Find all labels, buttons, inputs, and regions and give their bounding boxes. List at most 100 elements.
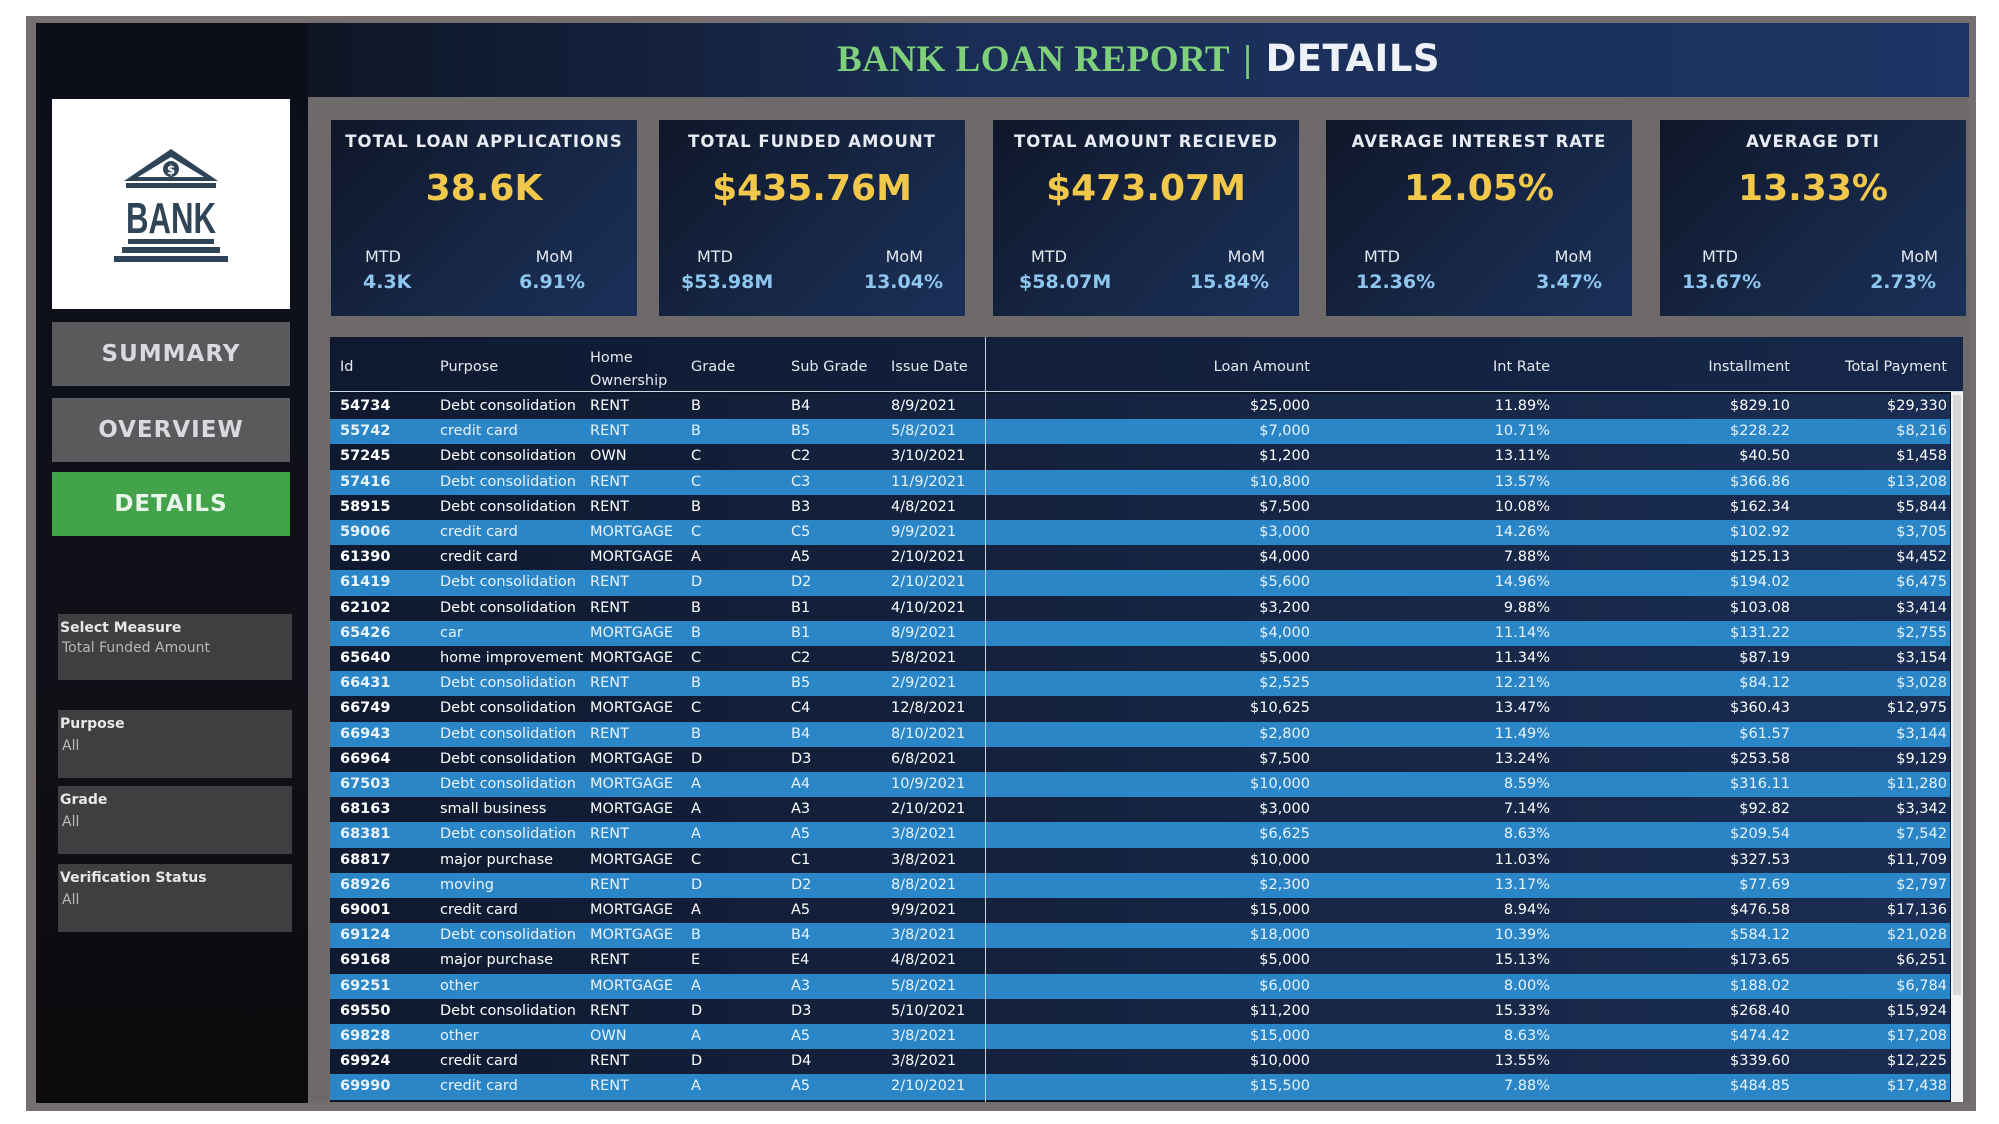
- table-cell: B: [691, 423, 701, 440]
- table-row[interactable]: 66431 Debt consolidation RENT B B5 2/9/2021 $2…: [330, 671, 1950, 697]
- filter-verification-status[interactable]: Verification Status All: [58, 864, 292, 932]
- column-header-issue-date[interactable]: Issue Date: [891, 359, 968, 375]
- table-cell: Debt consolidation: [440, 574, 576, 591]
- column-header-int-rate[interactable]: Int Rate: [1370, 359, 1550, 375]
- table-cell: B: [691, 599, 701, 616]
- table-cell: 3/8/2021: [891, 1053, 957, 1070]
- table-cell: 69124: [340, 927, 391, 944]
- table-cell: $5,844: [1896, 498, 1947, 515]
- table-row[interactable]: 65426 car MORTGAGE B B1 8/9/2021 $4,000 11.14% $…: [330, 620, 1950, 646]
- table-cell: other: [440, 977, 479, 994]
- table-row[interactable]: 68163 small business MORTGAGE A A3 2/10/2021 $…: [330, 797, 1950, 823]
- table-cell: RENT: [590, 826, 629, 843]
- table-row[interactable]: 58915 Debt consolidation RENT B B3 4/8/2021 $7…: [330, 494, 1950, 520]
- table-cell: RENT: [590, 498, 629, 515]
- table-cell: B5: [791, 423, 811, 440]
- table-cell: 65426: [340, 624, 391, 641]
- table-cell: MORTGAGE: [590, 977, 674, 994]
- table-row[interactable]: 61390 credit card MORTGAGE A A5 2/10/2021 $4,0…: [330, 545, 1950, 571]
- kpi-average-dti: AVERAGE DTI 13.33% MTD MoM 13.67% 2.73%: [1660, 120, 1966, 316]
- nav-overview-button[interactable]: OVERVIEW: [52, 398, 290, 462]
- kpi-title: AVERAGE INTEREST RATE: [1351, 132, 1607, 151]
- table-row[interactable]: 69168 major purchase RENT E E4 4/8/2021 $5,000…: [330, 948, 1950, 974]
- table-row[interactable]: 68926 moving RENT D D2 8/8/2021 $2,300 13.17% $7…: [330, 872, 1950, 898]
- table-cell: credit card: [440, 1053, 518, 1070]
- column-header-purpose[interactable]: Purpose: [440, 359, 498, 375]
- table-cell: 7.88%: [1503, 549, 1550, 566]
- table-cell: $3,144: [1896, 725, 1947, 742]
- table-row[interactable]: 69924 credit card RENT D D4 3/8/2021 $10,000 13…: [330, 1049, 1950, 1075]
- filter-select-measure[interactable]: Select Measure Total Funded Amount: [58, 614, 292, 680]
- table-cell: 11.89%: [1494, 398, 1550, 414]
- table-cell: $6,625: [1259, 826, 1310, 843]
- table-row[interactable]: 68817 major purchase MORTGAGE C C1 3/8/2021 $1…: [330, 847, 1950, 873]
- table-row[interactable]: 62102 Debt consolidation RENT B B1 4/10/2021 $…: [330, 595, 1950, 621]
- table-row[interactable]: 54734 Debt consolidation RENT B B4 8/9/2021 $2…: [330, 394, 1950, 420]
- table-cell: RENT: [590, 1053, 629, 1070]
- table-cell: $7,500: [1259, 498, 1310, 515]
- table-cell: 10.39%: [1494, 927, 1550, 944]
- table-row[interactable]: 66964 Debt consolidation MORTGAGE D D3 6/8/20…: [330, 746, 1950, 772]
- table-row[interactable]: 69828 other OWN A A5 3/8/2021 $15,000 8.63% $474…: [330, 1024, 1950, 1050]
- table-cell: $7,542: [1896, 826, 1947, 843]
- column-header-id[interactable]: Id: [340, 359, 353, 375]
- table-cell: A: [691, 1028, 701, 1044]
- table-cell: A: [691, 826, 701, 843]
- table-cell: 8/10/2021: [891, 725, 966, 742]
- table-cell: $3,342: [1896, 801, 1947, 818]
- column-header-total-payment[interactable]: Total Payment: [1750, 359, 1947, 375]
- kpi-average-interest-rate: AVERAGE INTEREST RATE 12.05% MTD MoM 12.…: [1326, 120, 1632, 316]
- table-row[interactable]: 69124 Debt consolidation MORTGAGE B B4 3/8/20…: [330, 923, 1950, 949]
- table-cell: 3/8/2021: [891, 1028, 957, 1044]
- table-cell: 9.88%: [1503, 599, 1550, 616]
- table-row[interactable]: 69990 credit card RENT A A5 2/10/2021 $15,500 7…: [330, 1074, 1950, 1100]
- table-row[interactable]: 66943 Debt consolidation RENT B B4 8/10/2021 $…: [330, 721, 1950, 747]
- table-row[interactable]: 55742 credit card RENT B B5 5/8/2021 $7,000 10.…: [330, 419, 1950, 445]
- table-row[interactable]: 68381 Debt consolidation RENT A A5 3/8/2021 $6…: [330, 822, 1950, 848]
- nav-summary-button[interactable]: SUMMARY: [52, 322, 290, 386]
- table-cell: 66749: [340, 700, 391, 717]
- table-cell: A3: [791, 977, 811, 994]
- table-cell: $1,200: [1259, 448, 1310, 465]
- logo-text: BANK: [126, 194, 216, 243]
- table-row[interactable]: 66749 Debt consolidation MORTGAGE C C4 12/8/2…: [330, 696, 1950, 722]
- table-row[interactable]: 69550 Debt consolidation RENT D D3 5/10/2021 $…: [330, 998, 1950, 1024]
- table-cell: A5: [791, 1078, 811, 1095]
- table-cell: MORTGAGE: [590, 927, 674, 944]
- table-cell: $1,458: [1896, 448, 1947, 465]
- table-row[interactable]: 61419 Debt consolidation RENT D D2 2/10/2021 $…: [330, 570, 1950, 596]
- table-cell: C: [691, 524, 702, 540]
- table-cell: 69168: [340, 952, 391, 969]
- column-header-grade[interactable]: Grade: [691, 359, 735, 375]
- table-cell: A5: [791, 826, 811, 843]
- kpi-mom-value: 2.73%: [1870, 271, 1936, 293]
- table-row[interactable]: 69251 other MORTGAGE A A3 5/8/2021 $6,000 8.00%…: [330, 973, 1950, 999]
- filter-grade[interactable]: Grade All: [58, 786, 292, 854]
- table-cell: 14.96%: [1494, 574, 1550, 591]
- table-cell: D3: [791, 1002, 812, 1019]
- kpi-value: $473.07M: [1046, 168, 1246, 209]
- table-row[interactable]: 57245 Debt consolidation OWN C C2 3/10/2021 $1…: [330, 444, 1950, 470]
- table-cell: 58915: [340, 498, 391, 515]
- filter-purpose[interactable]: Purpose All: [58, 710, 292, 778]
- table-cell: credit card: [440, 524, 518, 540]
- column-header-home-ownership[interactable]: Home Ownership: [590, 347, 670, 393]
- table-row[interactable]: 67503 Debt consolidation MORTGAGE A A4 10/9/2…: [330, 772, 1950, 798]
- table-cell: 62102: [340, 599, 391, 616]
- column-header-loan-amount[interactable]: Loan Amount: [1130, 359, 1310, 375]
- table-cell: 13.57%: [1494, 473, 1550, 490]
- table-row[interactable]: 65640 home improvement MORTGAGE C C2 5/8/2021…: [330, 646, 1950, 672]
- table-cell: C2: [791, 650, 811, 666]
- table-row[interactable]: 69001 credit card MORTGAGE A A5 9/9/2021 $15,0…: [330, 898, 1950, 924]
- page-title: BANK LOAN REPORT | DETAILS: [836, 37, 1441, 80]
- column-header-sub-grade[interactable]: Sub Grade: [791, 359, 867, 375]
- table-cell: 69924: [340, 1053, 391, 1070]
- table-cell: RENT: [590, 952, 629, 969]
- nav-details-button[interactable]: DETAILS: [52, 472, 290, 536]
- table-cell: A5: [791, 1028, 811, 1044]
- table-cell: A: [691, 776, 701, 792]
- table-row[interactable]: 57416 Debt consolidation RENT C C3 11/9/2021 $…: [330, 469, 1950, 495]
- table-row[interactable]: 59006 credit card MORTGAGE C C5 9/9/2021 $3,00…: [330, 520, 1950, 546]
- scrollbar-thumb[interactable]: [1953, 395, 1961, 995]
- table-cell: MORTGAGE: [590, 750, 674, 767]
